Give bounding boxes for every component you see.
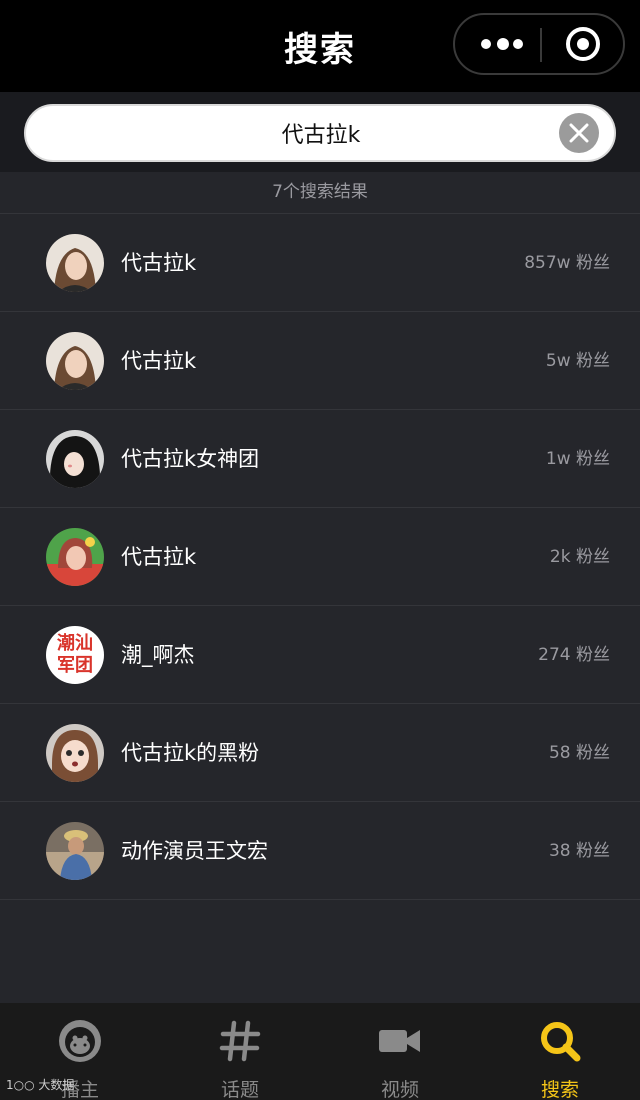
avatar: [46, 724, 104, 782]
user-name: 动作演员王文宏: [121, 839, 268, 863]
avatar-logo-text: 潮汕: [57, 633, 93, 654]
close-icon: [569, 123, 589, 143]
target-circle-icon: [566, 27, 600, 61]
fans-count: 5w 粉丝: [545, 351, 610, 371]
tab-label: 视频: [380, 1079, 419, 1100]
watermark-text: 大数据: [38, 1078, 75, 1092]
avatar: [46, 332, 104, 390]
more-dot-icon: [513, 39, 523, 49]
mini-program-capsule: [453, 13, 625, 75]
list-item[interactable]: 代古拉k 5w 粉丝: [0, 312, 640, 410]
fans-count: 38 粉丝: [548, 841, 610, 861]
user-name: 潮_啊杰: [121, 643, 195, 667]
fans-count: 2k 粉丝: [549, 547, 610, 567]
more-dot-icon: [481, 39, 491, 49]
list-item[interactable]: 代古拉k 2k 粉丝: [0, 508, 640, 606]
tab-label: 搜索: [540, 1079, 579, 1100]
close-mini-program-button[interactable]: [542, 15, 625, 73]
avatar: 潮汕 军团: [46, 626, 104, 684]
search-area: [0, 92, 640, 172]
fans-count: 1w 粉丝: [545, 449, 610, 469]
tab-videos[interactable]: 视频: [320, 1003, 480, 1100]
tab-search[interactable]: 搜索: [480, 1003, 640, 1100]
list-item[interactable]: 代古拉k女神团 1w 粉丝: [0, 410, 640, 508]
title-bar: 搜索: [0, 0, 640, 92]
avatar: [46, 430, 104, 488]
user-name: 代古拉k: [121, 349, 197, 373]
list-item[interactable]: 代古拉k 857w 粉丝: [0, 214, 640, 312]
hashtag-icon: [218, 1019, 262, 1063]
clear-search-button[interactable]: [559, 113, 599, 153]
fans-count: 274 粉丝: [538, 645, 610, 665]
more-options-button[interactable]: [455, 15, 541, 73]
list-item[interactable]: 潮汕 军团 潮_啊杰 274 粉丝: [0, 606, 640, 704]
watermark: 1○○ 大数据: [6, 1076, 74, 1093]
results-count: 7个搜索结果: [0, 172, 640, 214]
search-box: [24, 104, 616, 162]
monkey-face-icon: [58, 1019, 102, 1063]
user-name: 代古拉k: [121, 251, 197, 275]
watermark-logo-icon: 1○○: [6, 1078, 35, 1092]
search-input[interactable]: [86, 106, 556, 160]
tab-topics[interactable]: 话题: [160, 1003, 320, 1100]
avatar: [46, 234, 104, 292]
search-icon: [538, 1019, 582, 1063]
avatar: [46, 822, 104, 880]
list-item[interactable]: 代古拉k的黑粉 58 粉丝: [0, 704, 640, 802]
avatar-logo-text: 军团: [57, 655, 93, 676]
tab-label: 话题: [220, 1079, 259, 1100]
result-list: 代古拉k 857w 粉丝 代古拉k 5w 粉丝 代古拉k女神团 1w 粉丝 代古…: [0, 214, 640, 900]
user-name: 代古拉k女神团: [121, 447, 260, 471]
list-item[interactable]: 动作演员王文宏 38 粉丝: [0, 802, 640, 900]
user-name: 代古拉k的黑粉: [121, 741, 260, 765]
video-camera-icon: [378, 1019, 422, 1063]
avatar: [46, 528, 104, 586]
user-name: 代古拉k: [121, 545, 197, 569]
fans-count: 857w 粉丝: [524, 253, 610, 273]
fans-count: 58 粉丝: [548, 743, 610, 763]
tab-bar: 播主 话题 视频 搜索: [0, 1003, 640, 1100]
more-dot-icon: [497, 38, 509, 50]
